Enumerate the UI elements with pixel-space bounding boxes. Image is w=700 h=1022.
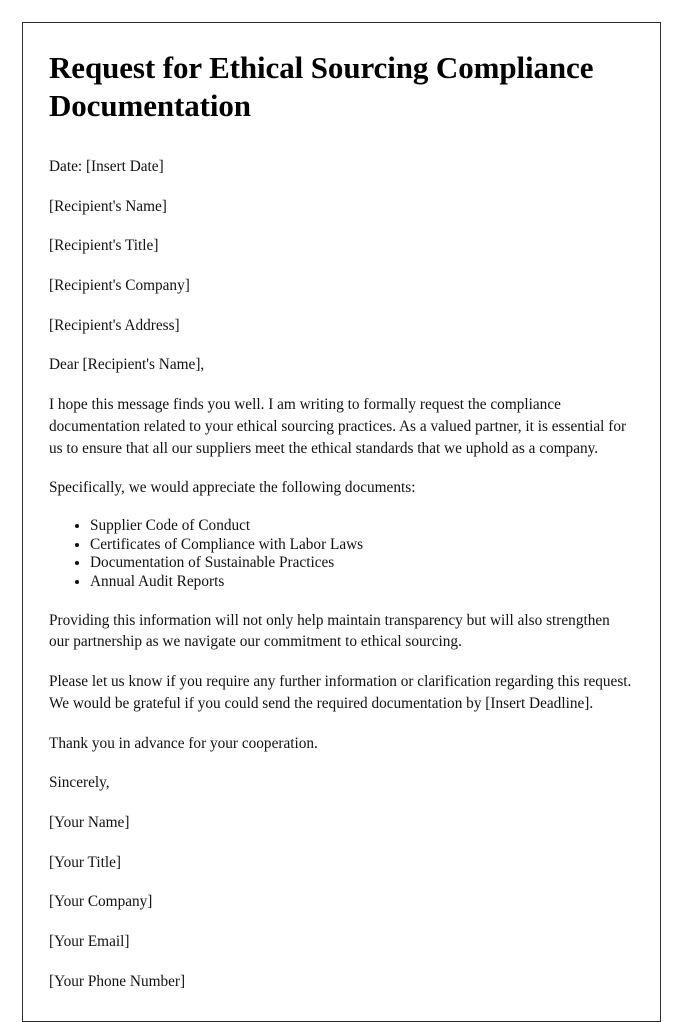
letter-body: Date: [Insert Date] [Recipient's Name] [… [49,156,632,993]
document-content: Request for Ethical Sourcing Compliance … [23,23,660,993]
recipient-company: [Recipient's Company] [49,277,190,295]
document-page: Request for Ethical Sourcing Compliance … [22,22,661,1022]
list-item: Supplier Code of Conduct [90,517,632,536]
list-item: Certificates of Compliance with Labor La… [90,536,632,555]
paragraph-closing-request: Please let us know if you require any fu… [49,673,632,712]
sender-company: [Your Company] [49,893,153,911]
recipient-name: [Recipient's Name] [49,197,167,215]
recipient-title: [Recipient's Title] [49,237,159,255]
list-item: Annual Audit Reports [90,573,632,592]
sender-phone: [Your Phone Number] [49,972,186,990]
sender-title: [Your Title] [49,853,121,871]
paragraph-transparency: Providing this information will not only… [49,611,610,651]
paragraph-request-lead: Specifically, we would appreciate the fo… [49,479,416,497]
paragraph-intro: I hope this message finds you well. I am… [49,396,627,457]
salutation: Dear [Recipient's Name], [49,356,205,374]
closing-salutation: Sincerely, [49,774,110,792]
sender-email: [Your Email] [49,933,130,951]
requested-documents-list: Supplier Code of Conduct Certificates of… [49,517,632,592]
date-line: Date: [Insert Date] [49,157,164,175]
list-item: Documentation of Sustainable Practices [90,554,632,573]
page-title: Request for Ethical Sourcing Compliance … [49,50,594,124]
paragraph-thanks: Thank you in advance for your cooperatio… [49,734,318,752]
recipient-address: [Recipient's Address] [49,316,180,334]
sender-name: [Your Name] [49,814,130,831]
